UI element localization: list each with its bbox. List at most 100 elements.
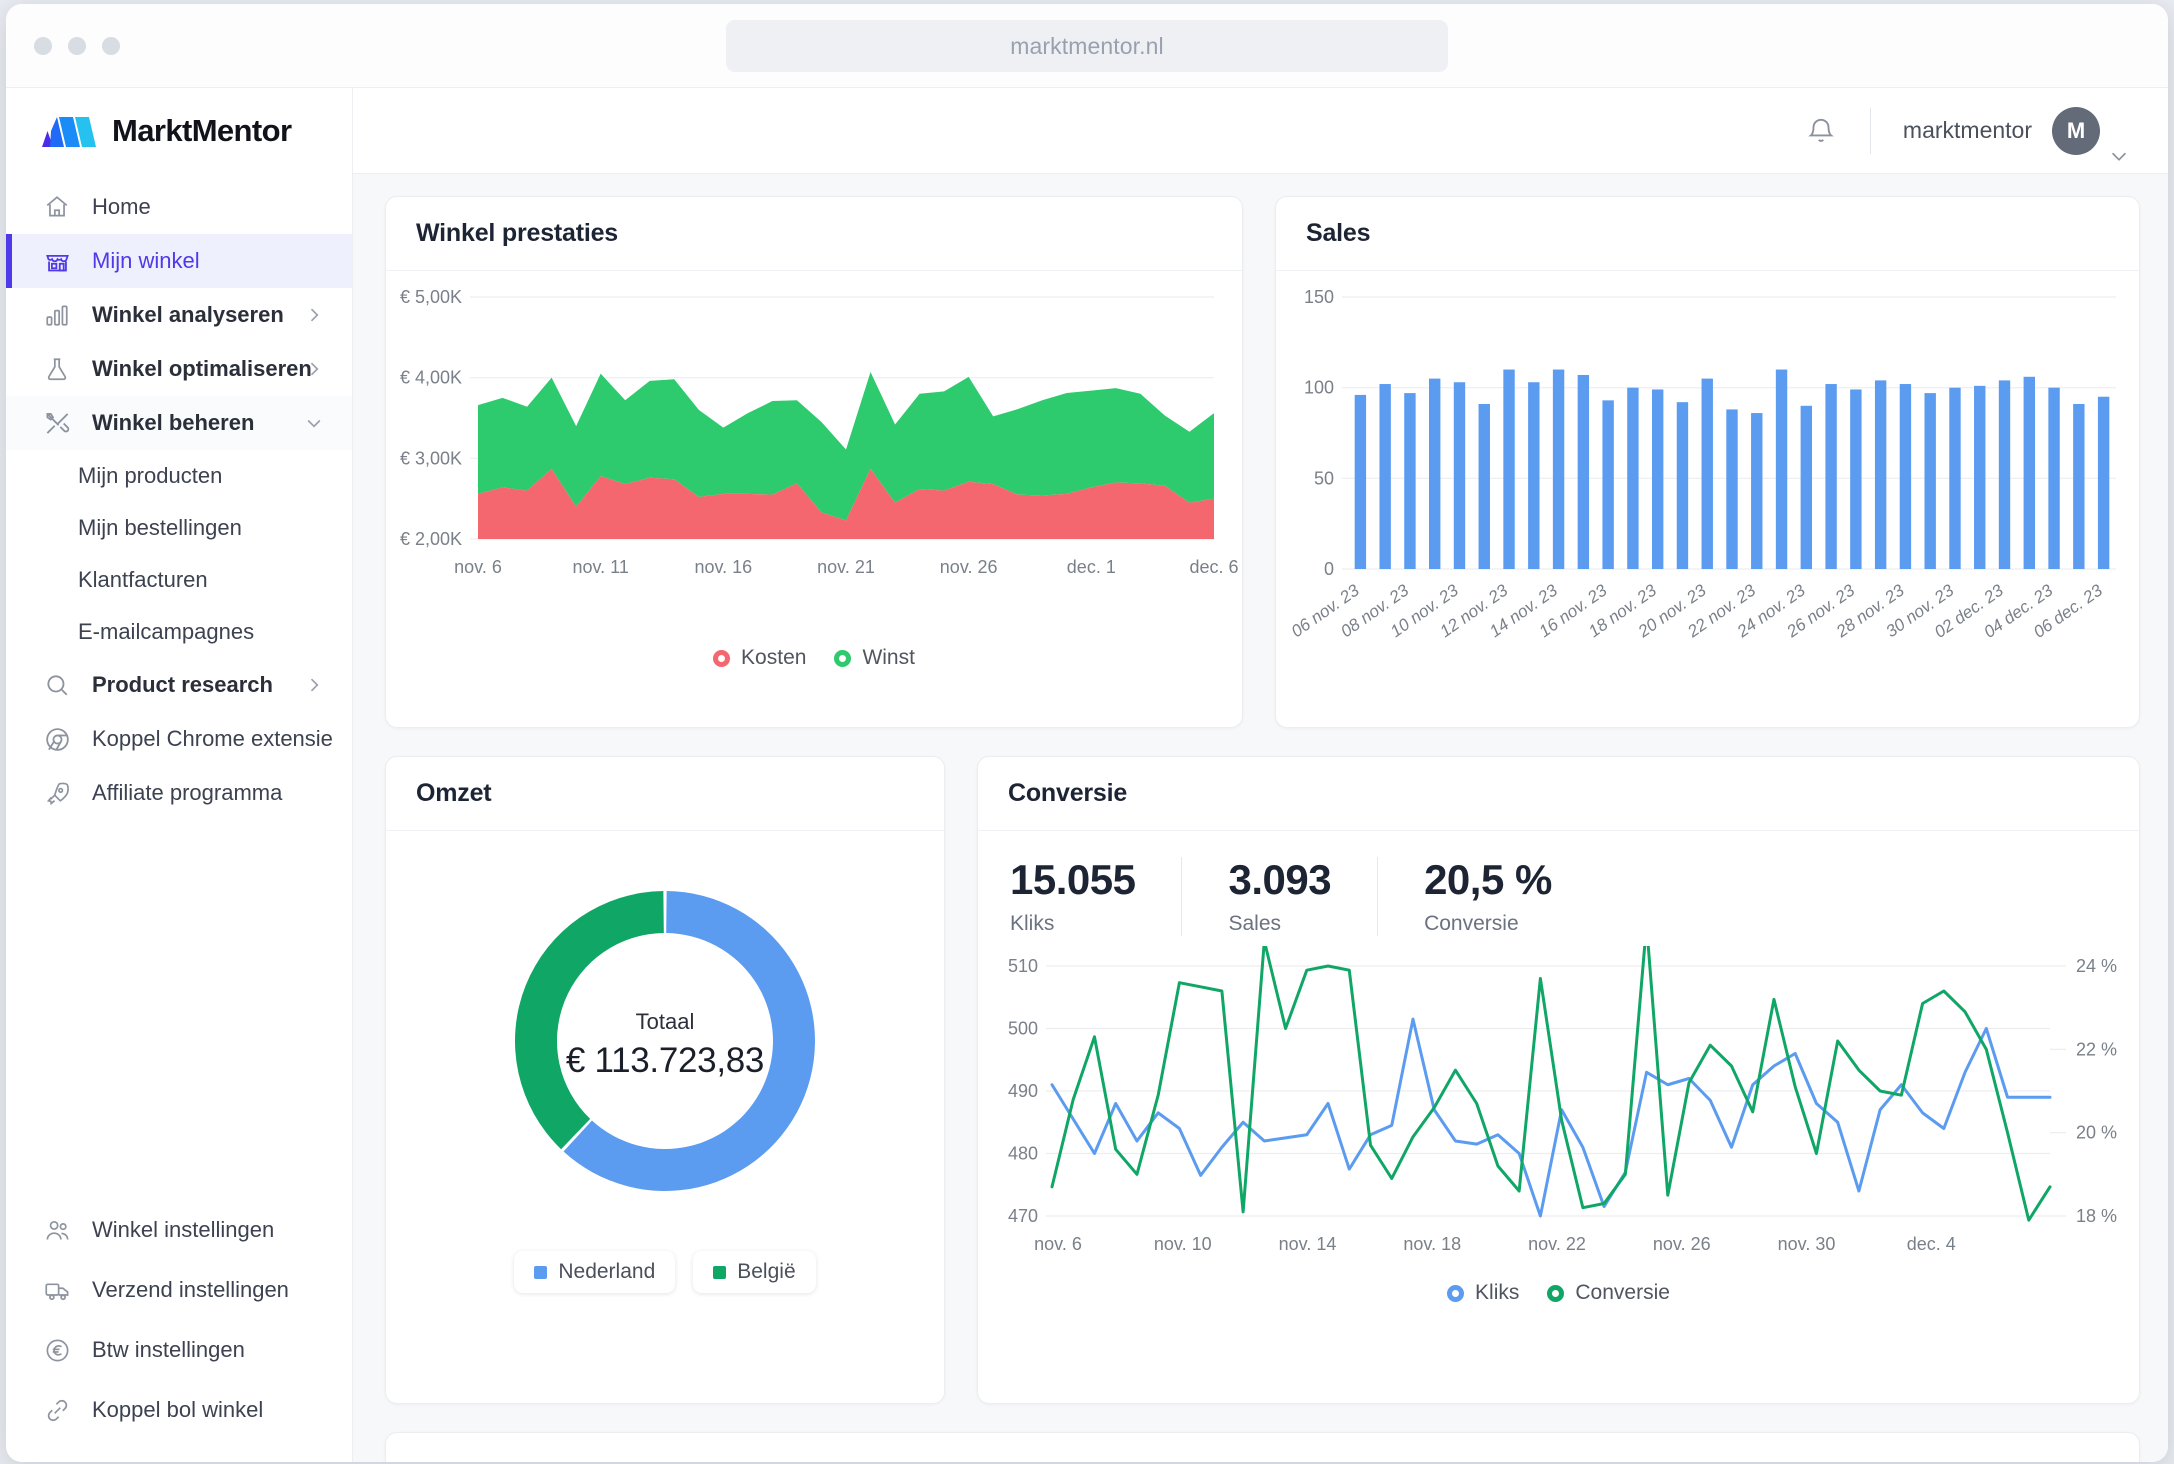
legend-item-winst[interactable]: Winst [834, 646, 915, 670]
legend-marker-winst [834, 649, 852, 667]
brand-logo[interactable]: MarktMentor [6, 88, 352, 174]
card-header: Conversie [978, 757, 2139, 831]
sidebar-item-affiliate-programma[interactable]: Affiliate programma [6, 766, 352, 820]
sidebar-item-winkel-analyseren[interactable]: Winkel analyseren [6, 288, 352, 342]
sidebar-item-mijn-winkel[interactable]: Mijn winkel [6, 234, 352, 288]
kpi-value: 3.093 [1228, 856, 1332, 903]
winkel-prestaties-legend: Kosten Winst [386, 646, 1242, 692]
card-header: Omzet [386, 757, 944, 831]
sidebar-item-label: Winkel optimaliseren [92, 356, 312, 381]
svg-text:100: 100 [1304, 378, 1334, 398]
svg-text:24 %: 24 % [2076, 956, 2117, 976]
kpi-label: Kliks [1010, 912, 1055, 936]
bell-icon[interactable] [1806, 116, 1836, 146]
chevron-down-icon[interactable] [2108, 145, 2130, 167]
close-dot[interactable] [34, 37, 52, 55]
svg-text:nov. 26: nov. 26 [940, 557, 998, 577]
dashboard-row-1: Winkel prestaties € 2,00K € 3,00K € 4,00K €… [385, 196, 2140, 728]
bar-chart-icon [42, 300, 72, 330]
sidebar-bottom-nav: Winkel instellingen Verzend instellingen… [6, 1200, 352, 1462]
card-header: Bestsellers [386, 1433, 2139, 1462]
svg-text:nov. 6: nov. 6 [1034, 1234, 1082, 1254]
omzet-legend: Nederland België [386, 1251, 944, 1323]
conversie-chart[interactable]: 470 480 490 500 510 18 % 20 % 22 % 24 % nov. 6 nov… [978, 923, 2136, 1276]
link-icon [42, 1395, 72, 1425]
svg-text:nov. 21: nov. 21 [817, 557, 875, 577]
card-body: 15.055 Kliks 3.093 Sales 20,5 % Conversi… [978, 831, 2139, 1403]
legend-label: Kliks [1475, 1281, 1520, 1305]
home-icon [42, 192, 72, 222]
store-icon [42, 246, 72, 276]
address-bar[interactable]: marktmentor.nl [726, 20, 1448, 72]
maximize-dot[interactable] [102, 37, 120, 55]
svg-text:dec. 4: dec. 4 [1907, 1234, 1956, 1254]
svg-text:nov. 22: nov. 22 [1528, 1234, 1586, 1254]
chevron-down-icon [304, 413, 324, 433]
svg-text:0: 0 [1324, 559, 1334, 579]
truck-icon [42, 1275, 72, 1305]
chevron-right-icon [304, 305, 324, 325]
svg-text:dec. 1: dec. 1 [1067, 557, 1116, 577]
sidebar-item-winkel-beheren[interactable]: Winkel beheren [6, 396, 352, 450]
legend-item-kliks[interactable]: Kliks [1447, 1281, 1519, 1305]
conversie-legend: Kliks Conversie [978, 1281, 2139, 1327]
browser-chrome: marktmentor.nl [6, 4, 2168, 88]
sidebar-item-verzend-instellingen[interactable]: Verzend instellingen [6, 1260, 352, 1320]
legend-item-belgie[interactable]: België [693, 1251, 816, 1293]
top-bar: marktmentor M [353, 88, 2168, 174]
legend-marker-kliks [1447, 1284, 1465, 1302]
kpi-kliks: 15.055 Kliks [1010, 856, 1181, 936]
account-username: marktmentor [1902, 117, 2032, 143]
winkel-prestaties-chart[interactable]: € 2,00K € 3,00K € 4,00K € 5,00K nov. 6 nov. 1… [386, 271, 1244, 641]
sidebar-item-label: Product research [92, 672, 273, 697]
card-conversie: Conversie 15.055 Kliks 3.093 Sales 20,5 … [977, 756, 2140, 1404]
minimize-dot[interactable] [68, 37, 86, 55]
sidebar-item-label: Winkel instellingen [92, 1217, 275, 1242]
svg-text:€ 4,00K: € 4,00K [400, 368, 462, 388]
sidebar-item-btw-instellingen[interactable]: Btw instellingen [6, 1320, 352, 1380]
card-body: € 2,00K € 3,00K € 4,00K € 5,00K nov. 6 nov. 1… [386, 271, 1242, 727]
marktmentor-logo-icon [42, 117, 96, 147]
euro-circle-icon [42, 1335, 72, 1365]
sidebar-subitem-klantfacturen[interactable]: Klantfacturen [6, 554, 352, 606]
sidebar-item-label: Koppel bol winkel [92, 1397, 264, 1422]
sidebar-item-label: Btw instellingen [92, 1337, 245, 1362]
svg-text:18 %: 18 % [2076, 1206, 2117, 1226]
sidebar-item-product-research[interactable]: Product research [6, 658, 352, 712]
svg-text:nov. 14: nov. 14 [1279, 1234, 1337, 1254]
sidebar-item-label: Home [92, 194, 151, 219]
address-bar-url: marktmentor.nl [1010, 32, 1164, 59]
users-icon [42, 1215, 72, 1245]
sidebar-subitem-mijn-bestellingen[interactable]: Mijn bestellingen [6, 502, 352, 554]
svg-text:nov. 11: nov. 11 [572, 557, 628, 577]
donut-center-label: Totaal [635, 1009, 695, 1034]
sidebar-item-label: Verzend instellingen [92, 1277, 289, 1302]
svg-text:nov. 16: nov. 16 [694, 557, 752, 577]
sidebar-item-home[interactable]: Home [6, 180, 352, 234]
sales-chart[interactable]: 05010015006 nov. 2308 nov. 2310 nov. 231… [1276, 271, 2128, 711]
sidebar-item-winkel-instellingen[interactable]: Winkel instellingen [6, 1200, 352, 1260]
legend-item-kosten[interactable]: Kosten [713, 646, 806, 670]
svg-text:490: 490 [1008, 1081, 1038, 1101]
legend-label: Nederland [558, 1260, 656, 1283]
svg-text:500: 500 [1008, 1019, 1038, 1039]
legend-item-conversie[interactable]: Conversie [1547, 1281, 1670, 1305]
chrome-icon [42, 724, 72, 754]
sidebar-subitem-label: E-mailcampagnes [78, 619, 255, 644]
card-bestsellers: Bestsellers [385, 1432, 2140, 1462]
window-controls[interactable] [34, 37, 120, 55]
sidebar-item-winkel-optimaliseren[interactable]: Winkel optimaliseren [6, 342, 352, 396]
card-header: Sales [1276, 197, 2139, 271]
sidebar-subitem-mijn-producten[interactable]: Mijn producten [6, 450, 352, 502]
legend-marker-kosten [713, 649, 731, 667]
card-body: 0 50 100 150 06 nov. 23 08 nov. 23 10 nov. 23 1… [1276, 271, 2139, 727]
card-title: Omzet [416, 779, 492, 807]
sidebar-nav: Home Mijn winkel Winkel analyseren Winke… [6, 174, 352, 820]
sidebar-item-koppel-bol-winkel[interactable]: Koppel bol winkel [6, 1380, 352, 1440]
sidebar-item-koppel-chrome-extensie[interactable]: Koppel Chrome extensie [6, 712, 352, 766]
legend-item-nederland[interactable]: Nederland [514, 1251, 676, 1293]
avatar[interactable]: M [2052, 106, 2100, 155]
svg-text:150: 150 [1304, 287, 1334, 307]
sidebar-subitem-emailcampagnes[interactable]: E-mailcampagnes [6, 606, 352, 658]
svg-text:nov. 10: nov. 10 [1154, 1234, 1212, 1254]
